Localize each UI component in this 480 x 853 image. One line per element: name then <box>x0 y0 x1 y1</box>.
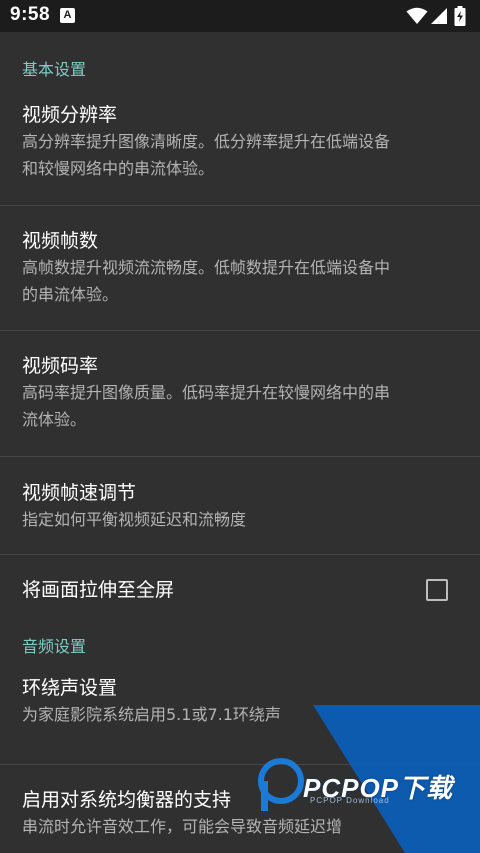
pref-stretch-fullscreen[interactable]: 将画面拉伸至全屏 <box>0 555 480 629</box>
settings-list: 基本设置 视频分辨率 高分辨率提升图像清晰度。低分辨率提升在低端设备 和较慢网络… <box>0 32 480 853</box>
pref-video-resolution[interactable]: 视频分辨率 高分辨率提升图像清晰度。低分辨率提升在低端设备 和较慢网络中的串流体… <box>0 98 480 206</box>
pref-surround-sound[interactable]: 环绕声设置 为家庭影院系统启用5.1或7.1环绕声 <box>0 675 480 765</box>
pref-summary: 高分辨率提升图像清晰度。低分辨率提升在低端设备 <box>22 132 391 151</box>
wifi-icon <box>406 7 428 24</box>
pref-frame-pacing[interactable]: 视频帧速调节 指定如何平衡视频延迟和流畅度 <box>0 457 480 555</box>
pref-summary: 串流时允许音效工作，可能会导致音频延迟增 <box>22 817 343 836</box>
screen: 9:58 A 基本设置 视频分辨率 高分辨率提升图像清晰度。低分辨率提升在低端设… <box>0 0 480 853</box>
section-header-basic: 基本设置 <box>22 60 87 79</box>
status-time: 9:58 <box>10 4 51 25</box>
pref-summary: 和较慢网络中的串流体验。 <box>22 159 215 178</box>
watermark-subtext: PCPOP Download <box>310 796 390 805</box>
pref-summary: 为家庭影院系统启用5.1或7.1环绕声 <box>22 705 281 724</box>
pref-title: 视频分辨率 <box>22 104 118 126</box>
pref-title: 视频帧速调节 <box>22 482 137 504</box>
pref-video-bitrate[interactable]: 视频码率 高码率提升图像质量。低码率提升在较慢网络中的串 流体验。 <box>0 331 480 457</box>
pref-summary: 流体验。 <box>22 410 87 429</box>
pref-title: 环绕声设置 <box>22 677 118 699</box>
stretch-checkbox[interactable] <box>426 579 448 601</box>
pref-title: 视频码率 <box>22 355 99 377</box>
status-bar: 9:58 A <box>0 0 480 32</box>
pref-summary: 指定如何平衡视频延迟和流畅度 <box>22 510 247 529</box>
notification-app-icon: A <box>60 8 75 23</box>
battery-icon <box>454 6 466 26</box>
pref-title: 将画面拉伸至全屏 <box>22 579 175 601</box>
cell-signal-icon <box>431 8 447 24</box>
pref-summary: 高码率提升图像质量。低码率提升在较慢网络中的串 <box>22 383 391 402</box>
pref-video-fps[interactable]: 视频帧数 高帧数提升视频流流畅度。低帧数提升在低端设备中 的串流体验。 <box>0 206 480 331</box>
pref-title: 视频帧数 <box>22 230 99 252</box>
status-icons <box>406 6 470 26</box>
pref-summary: 高帧数提升视频流流畅度。低帧数提升在低端设备中 <box>22 258 391 277</box>
pref-summary: 的串流体验。 <box>22 285 119 304</box>
section-header-audio: 音频设置 <box>22 637 87 656</box>
